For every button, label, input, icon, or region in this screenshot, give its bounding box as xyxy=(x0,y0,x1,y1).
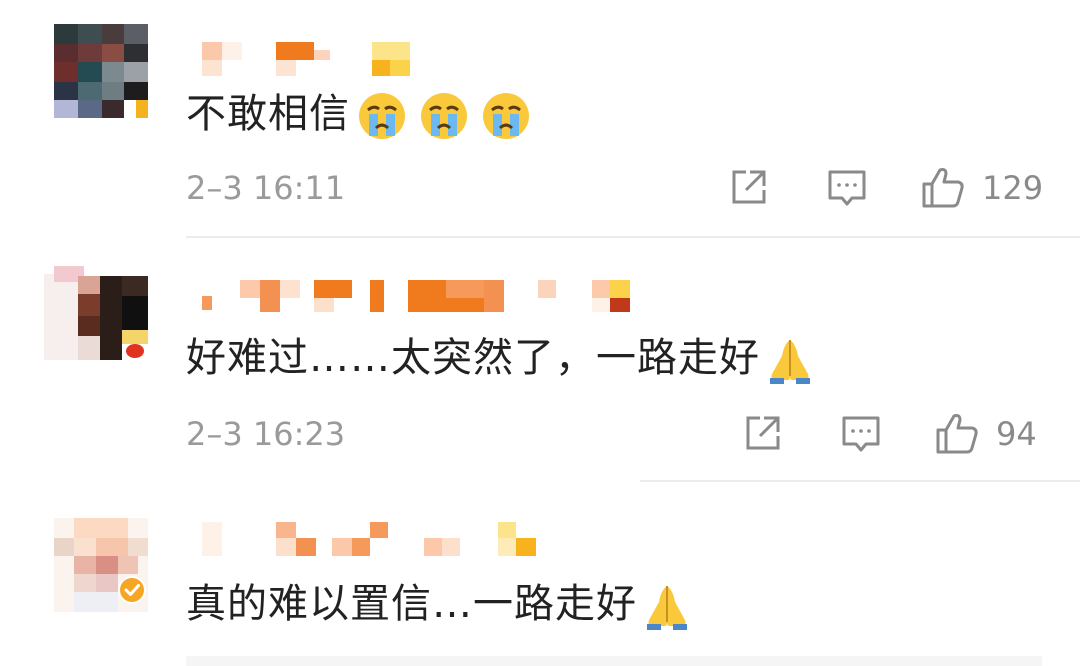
share-button[interactable] xyxy=(728,166,770,214)
comment-item: 好难过……太突然了，一路走好 2–3 16:23 94 xyxy=(0,240,1080,484)
comment-text: 不敢相信 xyxy=(186,90,532,142)
like-button[interactable]: 94 xyxy=(934,410,1044,458)
username-redacted[interactable] xyxy=(186,516,666,560)
reply-icon xyxy=(842,416,880,452)
comment-text-content: 好难过……太突然了，一路走好 xyxy=(186,335,760,381)
like-button[interactable]: 129 xyxy=(920,164,1044,212)
like-icon xyxy=(922,168,964,208)
like-count: 94 xyxy=(996,415,1037,453)
divider xyxy=(186,236,1080,238)
reply-button[interactable] xyxy=(826,166,868,214)
avatar[interactable] xyxy=(44,266,148,360)
folded-hands-icon xyxy=(770,340,810,384)
comment-time: 2–3 16:11 xyxy=(186,169,346,207)
nested-reply-box[interactable] xyxy=(186,656,1042,666)
comment-text-content: 真的难以置信…一路走好 xyxy=(186,581,637,627)
username-redacted[interactable] xyxy=(186,276,666,320)
avatar[interactable] xyxy=(54,518,148,612)
divider xyxy=(640,480,1080,482)
comment-text: 好难过……太突然了，一路走好 xyxy=(186,334,816,386)
like-count: 129 xyxy=(982,169,1044,207)
crying-face-icon xyxy=(359,93,405,139)
comment-text: 真的难以置信…一路走好 xyxy=(186,580,693,632)
crying-face-icon xyxy=(483,93,529,139)
reply-button[interactable] xyxy=(840,412,882,460)
avatar[interactable] xyxy=(54,24,148,118)
comment-item: 真的难以置信…一路走好 xyxy=(0,484,1080,666)
folded-hands-icon xyxy=(647,586,687,630)
like-icon xyxy=(936,414,978,454)
username-redacted[interactable] xyxy=(186,38,666,82)
comment-text-content: 不敢相信 xyxy=(186,91,350,137)
crying-face-icon xyxy=(421,93,467,139)
verified-badge-icon xyxy=(118,576,146,604)
comment-item: 不敢相信 2–3 16:11 129 xyxy=(0,0,1080,240)
comment-time: 2–3 16:23 xyxy=(186,415,346,453)
share-icon xyxy=(732,170,766,204)
share-icon xyxy=(746,416,780,450)
share-button[interactable] xyxy=(742,412,784,460)
reply-icon xyxy=(828,170,866,206)
